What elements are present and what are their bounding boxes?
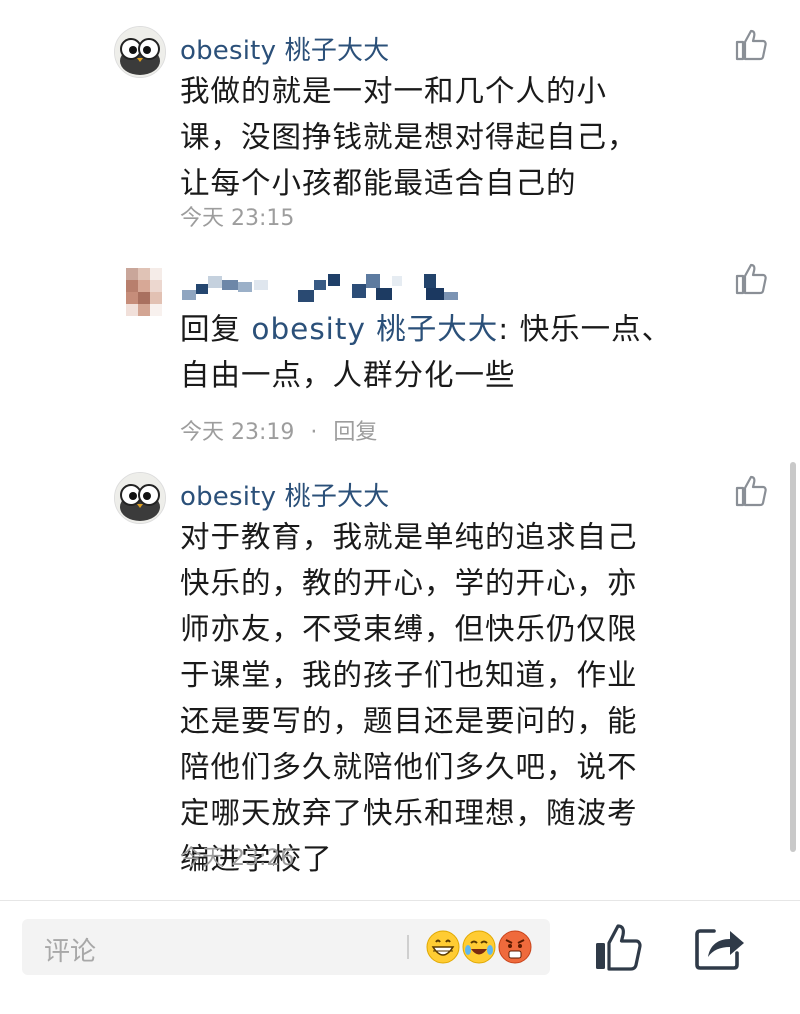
avatar[interactable]	[114, 26, 166, 78]
redacted-username	[182, 274, 458, 302]
reply-link[interactable]: 回复	[333, 420, 377, 445]
comment-line: 课，没图挣钱就是想对得起自己，	[180, 120, 638, 154]
meta-separator: ·	[310, 420, 318, 445]
bottom-like-button[interactable]	[592, 921, 644, 973]
reply-prefix: 回复	[180, 312, 252, 346]
comment-time: 今天 23:26	[180, 846, 295, 871]
like-button[interactable]	[734, 474, 768, 508]
comment-line: 定哪天放弃了快乐和理想，随波考	[180, 796, 638, 830]
avatar[interactable]	[126, 268, 162, 316]
like-button[interactable]	[734, 262, 768, 296]
comment-line: 我做的就是一对一和几个人的小	[180, 74, 608, 108]
comment-line: 师亦友，不受束缚，但快乐仍仅限	[180, 612, 638, 646]
comment-line: 还是要写的，题目还是要问的，能	[180, 704, 638, 738]
thumbs-up-icon	[596, 924, 642, 971]
thumbs-up-icon	[735, 475, 767, 507]
comment-body: 对于教育，我就是单纯的追求自己 快乐的，教的开心，学的开心，亦 师亦友，不受束缚…	[180, 514, 720, 882]
owl-avatar-icon	[115, 27, 165, 77]
like-button[interactable]	[734, 28, 768, 62]
pouting-face-emoji-icon[interactable]	[498, 930, 532, 964]
comment-line: 陪他们多久就陪他们多久吧，说不	[180, 750, 638, 784]
comment-line: 快乐的，教的开心，学的开心，亦	[180, 566, 638, 600]
comment-line: 对于教育，我就是单纯的追求自己	[180, 520, 638, 554]
comment-body: 我做的就是一对一和几个人的小 课，没图挣钱就是想对得起自己， 让每个小孩都能最适…	[180, 68, 720, 206]
share-icon	[695, 929, 744, 970]
reply-line: 回复 obesity 桃子大大: 快乐一点、	[180, 306, 720, 352]
comment-time: 今天 23:15	[180, 206, 295, 231]
scrollbar[interactable]	[790, 462, 796, 852]
comment-placeholder: 评论	[44, 937, 97, 967]
comment-author[interactable]: obesity 桃子大大	[180, 30, 389, 67]
avatar[interactable]	[114, 472, 166, 524]
tears-of-joy-face-emoji-icon[interactable]	[462, 930, 496, 964]
comment-input[interactable]: 评论	[22, 919, 550, 975]
input-divider	[407, 935, 409, 959]
grinning-face-emoji-icon[interactable]	[426, 930, 460, 964]
share-button[interactable]	[692, 921, 746, 973]
owl-avatar-icon	[115, 473, 165, 523]
thumbs-up-icon	[735, 29, 767, 61]
thumbs-up-icon	[735, 263, 767, 295]
comment-body: 回复 obesity 桃子大大: 快乐一点、 自由一点，人群分化一些	[180, 306, 720, 398]
reply-mention[interactable]: obesity 桃子大大	[251, 312, 498, 346]
comment-time: 今天 23:19	[180, 420, 295, 445]
bottom-action-bar: 评论	[0, 900, 800, 1014]
reply-text: : 快乐一点、	[498, 312, 673, 346]
comment-line: 于课堂，我的孩子们也知道，作业	[180, 658, 638, 692]
comment-author[interactable]: obesity 桃子大大	[180, 476, 389, 513]
comment-meta: 今天 23:19 · 回复	[180, 414, 377, 446]
comment-line: 自由一点，人群分化一些	[180, 358, 516, 392]
